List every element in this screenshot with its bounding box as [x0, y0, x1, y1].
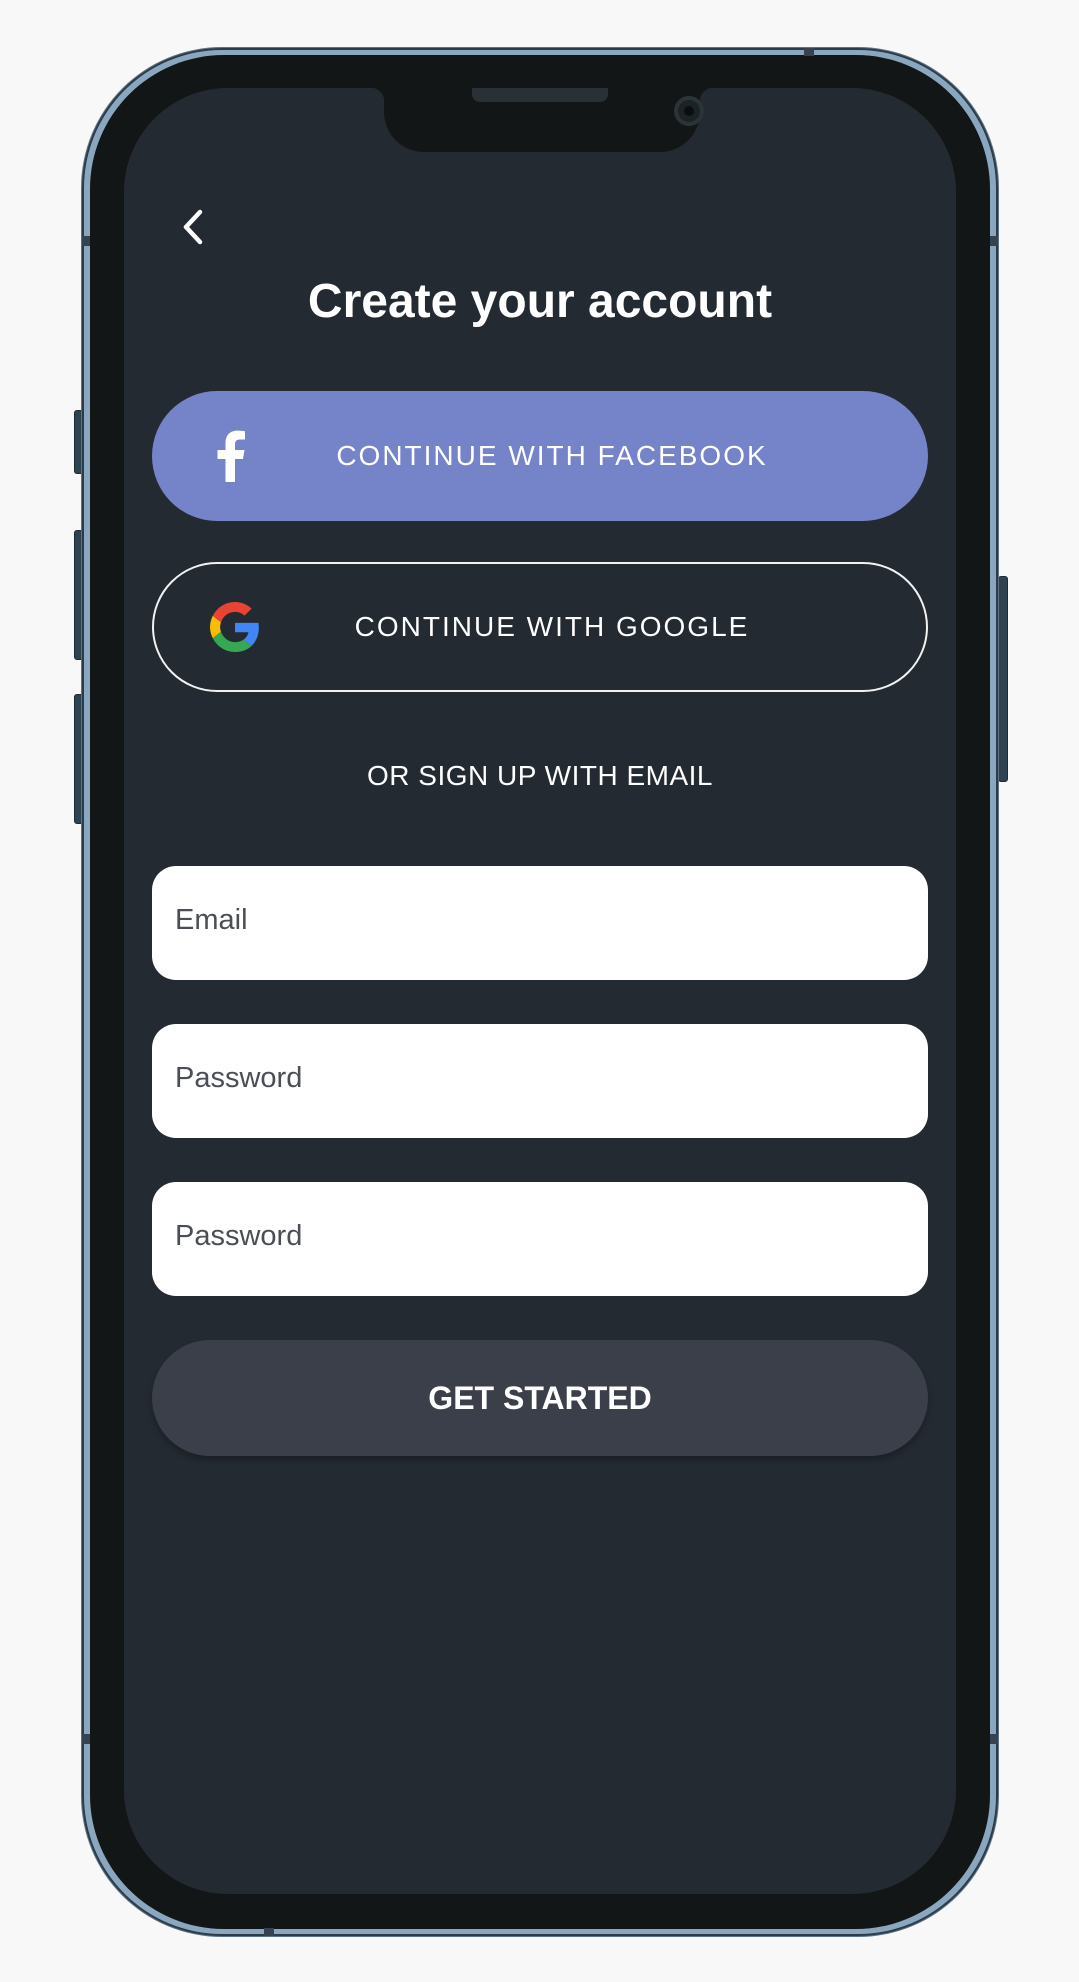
- earpiece-speaker: [472, 88, 608, 102]
- phone-power-button: [998, 576, 1008, 782]
- page-title: Create your account: [307, 275, 773, 328]
- facebook-button-label: CONTINUE WITH FACEBOOK: [336, 440, 768, 471]
- phone-screen: Create your account CONTINUE WITH FACEBO…: [124, 88, 956, 1894]
- get-started-button[interactable]: GET STARTED: [152, 1340, 928, 1456]
- confirm-password-field[interactable]: Password: [152, 1182, 928, 1296]
- app-canvas: Create your account CONTINUE WITH FACEBO…: [0, 0, 1079, 1982]
- antenna-band: [990, 1734, 998, 1744]
- front-camera: [674, 96, 704, 126]
- antenna-band: [804, 48, 814, 56]
- continue-with-facebook-button[interactable]: CONTINUE WITH FACEBOOK: [152, 391, 928, 521]
- continue-with-google-button[interactable]: CONTINUE WITH GOOGLE: [152, 562, 928, 692]
- password-field[interactable]: Password: [152, 1024, 928, 1138]
- confirm-password-placeholder: Password: [175, 1220, 303, 1252]
- chevron-left-icon: [183, 209, 203, 245]
- antenna-band: [264, 1928, 274, 1936]
- antenna-band: [990, 236, 998, 246]
- email-placeholder: Email: [175, 904, 248, 936]
- antenna-band: [82, 1734, 90, 1744]
- password-placeholder: Password: [175, 1062, 303, 1094]
- email-field[interactable]: Email: [152, 866, 928, 980]
- antenna-band: [82, 236, 90, 246]
- back-button[interactable]: [174, 202, 214, 252]
- google-button-label: CONTINUE WITH GOOGLE: [354, 611, 750, 642]
- divider-text: OR SIGN UP WITH EMAIL: [366, 760, 714, 791]
